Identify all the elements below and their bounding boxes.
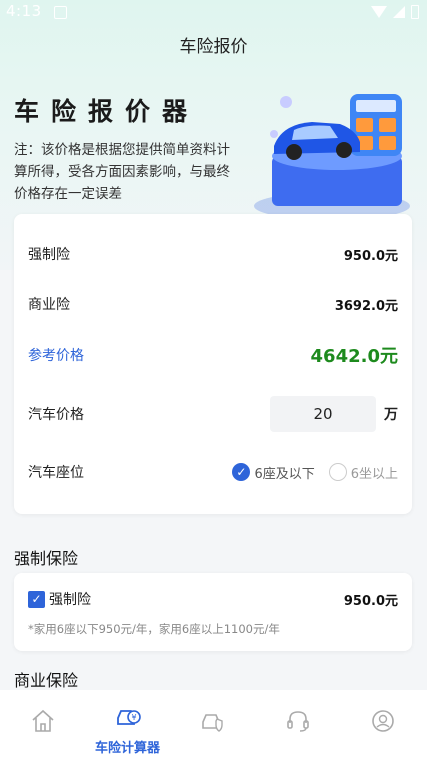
seats-row: 汽车座位 ✓ 6座及以下 6坐以上	[28, 462, 398, 482]
commercial-value: 3692.0元	[334, 298, 398, 314]
compulsory-value: 950.0元	[343, 248, 398, 264]
status-time: 4:13	[6, 2, 42, 20]
headset-icon	[287, 711, 309, 732]
commercial-row: 商业险 3692.0元	[28, 294, 398, 314]
compulsory-item-row: ✓ 强制险 950.0元	[28, 589, 398, 609]
signal-icon	[393, 6, 405, 18]
commercial-section-title: 商业保险	[14, 671, 79, 690]
home-icon	[32, 709, 54, 732]
hero-note: 注：该价格是根据您提供简单资料计算所得，受各方面因素影响，与最终价格存在一定误差	[14, 142, 230, 202]
svg-text:¥: ¥	[131, 713, 136, 722]
seats-label: 汽车座位	[28, 465, 84, 481]
compulsory-hint: *家用6座以下950元/年，家用6座以上1100元/年	[28, 622, 280, 636]
radio-checked-icon: ✓	[232, 463, 251, 481]
quote-summary-card: 强制险 950.0元 商业险 3692.0元 参考价格 4642.0元 汽车价格…	[14, 214, 412, 514]
checkbox-checked-icon[interactable]: ✓	[28, 590, 45, 608]
tab-car-calculator[interactable]: ¥ 车险计算器	[85, 690, 170, 760]
radio-unchecked-icon	[328, 463, 347, 481]
compulsory-row: 强制险 950.0元	[28, 244, 398, 264]
car-price-unit: 万	[384, 407, 398, 423]
car-price-label: 汽车价格	[28, 407, 84, 423]
compulsory-insurance-card: ✓ 强制险 950.0元 *家用6座以下950元/年，家用6座以上1100元/年	[14, 573, 412, 651]
reference-value: 4642.0元	[310, 346, 398, 367]
notification-icon	[54, 6, 67, 19]
compulsory-label: 强制险	[28, 247, 70, 263]
commercial-label: 商业险	[28, 297, 70, 313]
bottom-tab-bar: ¥ 车险计算器	[0, 690, 427, 760]
tab-car-insurance[interactable]	[170, 690, 255, 760]
status-bar: 4:13	[0, 0, 427, 26]
wifi-icon	[371, 6, 387, 18]
tab-car-calculator-label: 车险计算器	[94, 741, 160, 756]
compulsory-item-value: 950.0元	[343, 593, 398, 609]
compulsory-section-title: 强制保险	[14, 549, 79, 568]
reference-row: 参考价格 4642.0元	[28, 342, 398, 368]
car-price-row: 汽车价格 20 万	[28, 396, 398, 432]
tab-profile[interactable]	[340, 690, 425, 760]
car-price-input[interactable]: 20	[270, 396, 376, 432]
tab-service[interactable]	[255, 690, 340, 760]
seat-option-over-6[interactable]: 6坐以上	[328, 463, 398, 482]
compulsory-item-label: 强制险	[49, 592, 91, 608]
page-title: 车险报价	[179, 37, 248, 57]
car-calculator-illustration-icon	[254, 94, 410, 220]
tab-home[interactable]	[0, 690, 85, 760]
seat-option-6-or-less[interactable]: ✓ 6座及以下	[232, 463, 315, 482]
car-insurance-icon	[202, 714, 223, 732]
car-calculator-icon: ¥	[117, 710, 141, 725]
reference-label: 参考价格	[28, 348, 84, 364]
user-icon	[372, 710, 394, 732]
hero-title: 车险报价器	[14, 97, 200, 126]
battery-icon	[411, 5, 419, 19]
